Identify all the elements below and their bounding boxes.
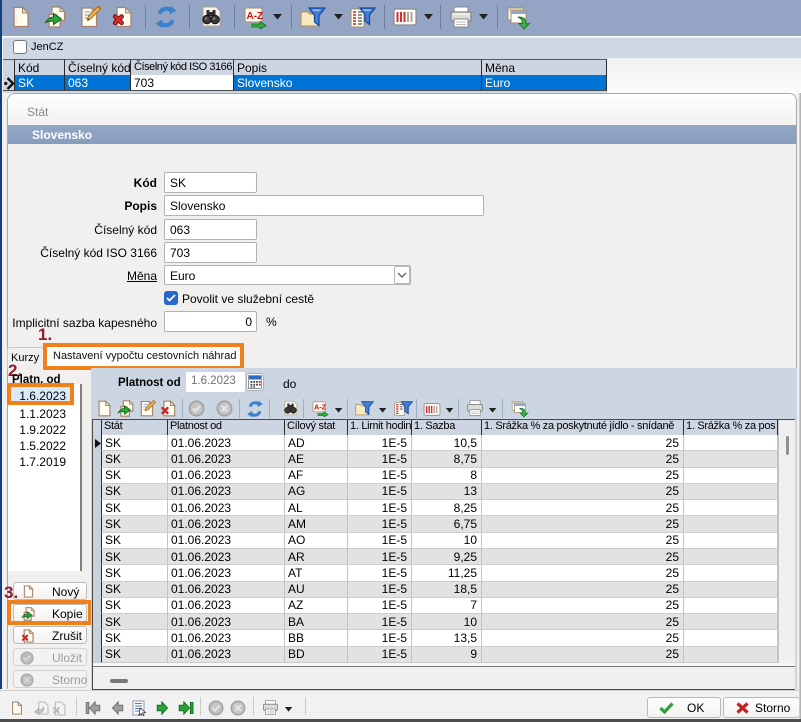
svg-text:A-Z: A-Z — [247, 11, 264, 22]
svg-text:A-Z: A-Z — [314, 403, 327, 412]
